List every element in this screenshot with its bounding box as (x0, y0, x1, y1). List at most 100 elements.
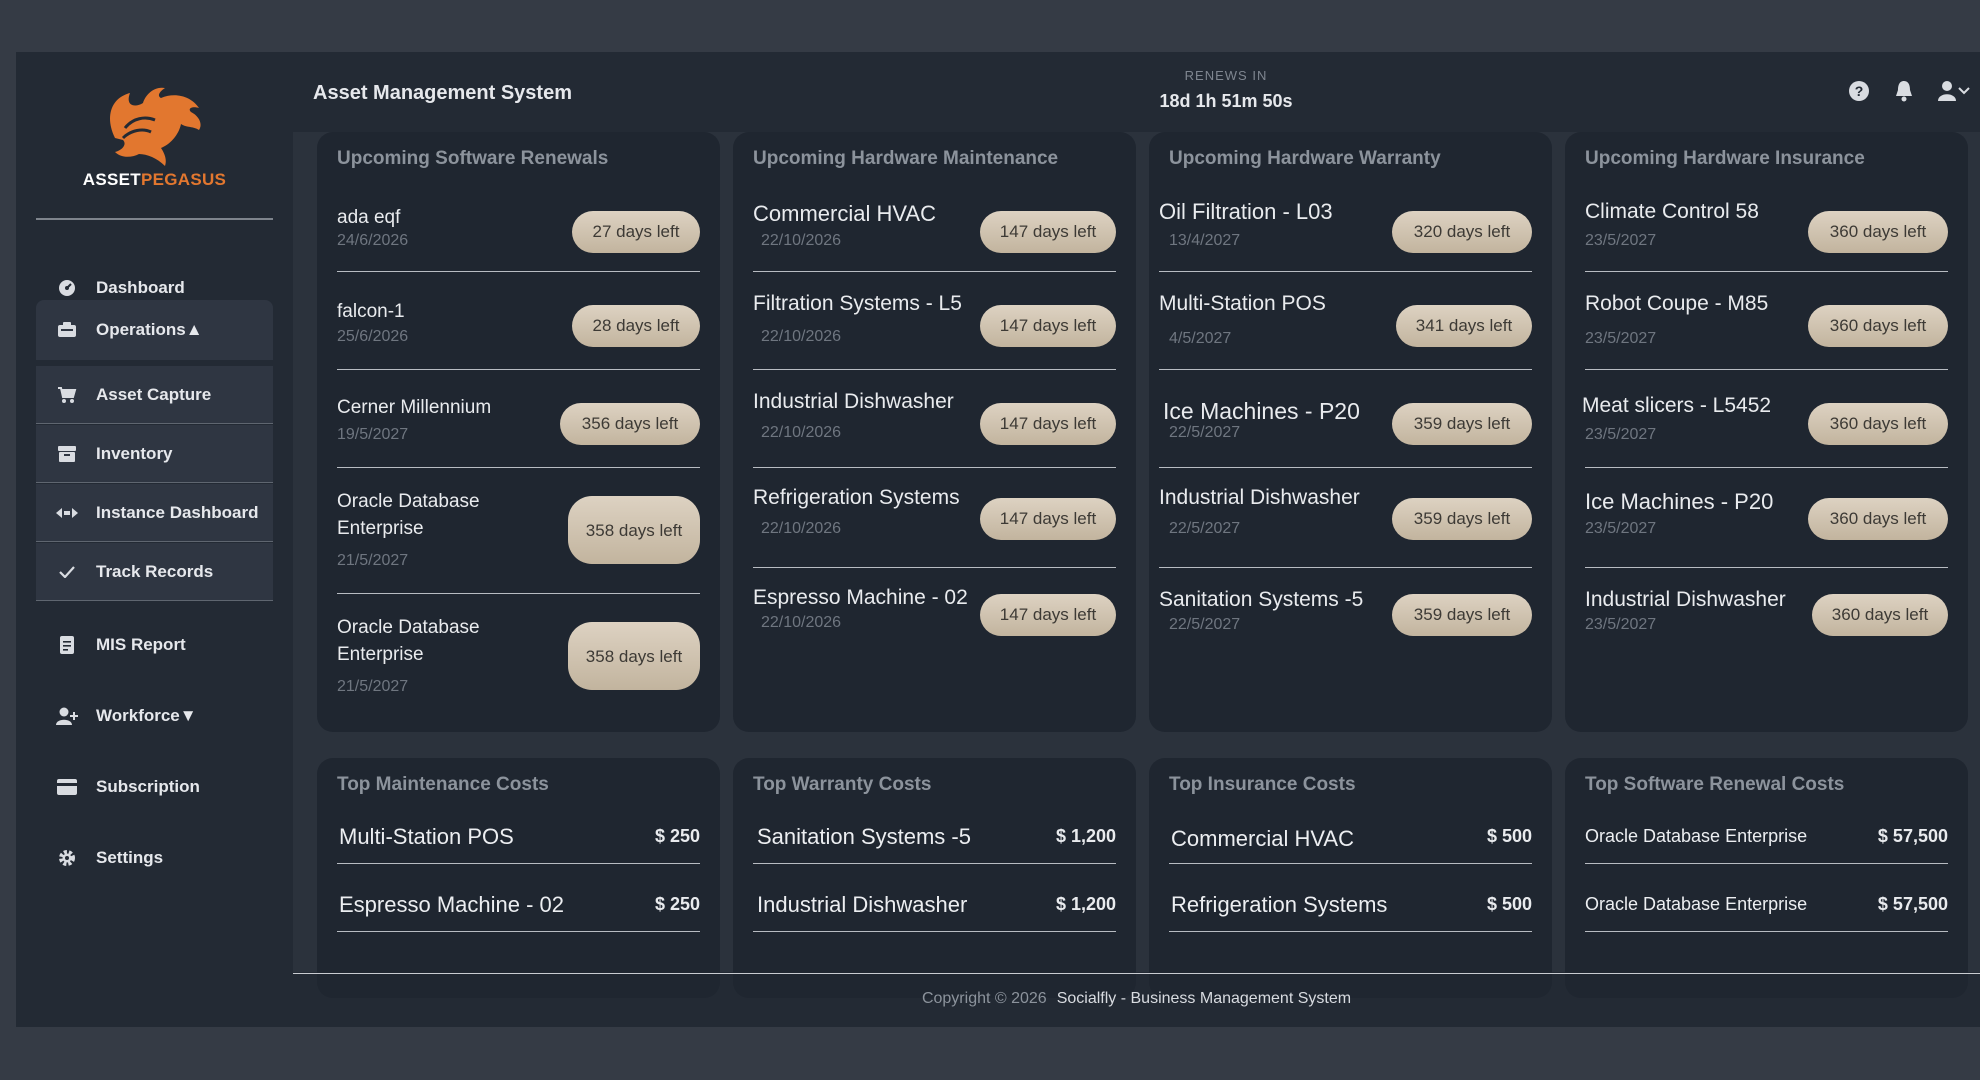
renews-label: RENEWS IN (1184, 68, 1268, 83)
cost-amount: $ 250 (654, 894, 700, 914)
item-date: 22/10/2026 (761, 232, 842, 249)
card-top-insurance-costs: Top Insurance Costs Commercial HVAC $ 50… (1149, 758, 1552, 998)
sidebar-item-track-records[interactable]: Track Records (36, 543, 273, 601)
item-name: Filtration Systems - L5 (753, 292, 962, 315)
days-left-badge: 341 days left (1396, 305, 1532, 347)
card-title: Upcoming Hardware Maintenance (753, 148, 1059, 169)
list-item[interactable]: falcon-1 25/6/2026 28 days left (337, 272, 700, 370)
list-item[interactable]: Oracle Database Enterprise 21/5/2027 358… (337, 468, 700, 594)
list-item[interactable]: Cerner Millennium 19/5/2027 356 days lef… (337, 370, 700, 468)
user-menu-icon[interactable] (1938, 80, 1974, 107)
cost-amount: $ 500 (1486, 826, 1532, 846)
item-date: 22/10/2026 (761, 614, 842, 631)
card-top-maintenance-costs: Top Maintenance Costs Multi-Station POS … (317, 758, 720, 998)
sidebar-item-label: Track Records (96, 561, 214, 581)
user-plus-icon (56, 707, 78, 725)
cost-row[interactable]: Sanitation Systems -5 $ 1,200 (753, 808, 1116, 864)
item-name: Sanitation Systems -5 (1159, 588, 1364, 611)
cost-amount: $ 57,500 (1877, 826, 1948, 846)
days-left-badge: 360 days left (1808, 403, 1948, 445)
item-date: 22/10/2026 (761, 520, 842, 537)
cost-item-name: Industrial Dishwasher (757, 892, 968, 917)
item-name: Oil Filtration - L03 (1159, 199, 1333, 224)
list-item[interactable]: Climate Control 58 23/5/2027 360 days le… (1585, 192, 1948, 272)
cost-row[interactable]: Industrial Dishwasher $ 1,200 (753, 876, 1116, 932)
item-name: Ice Machines - P20 (1585, 489, 1774, 514)
list-item[interactable]: ada eqf 24/6/2026 27 days left (337, 192, 700, 272)
list-item[interactable]: Sanitation Systems -5 22/5/2027 359 days… (1159, 568, 1532, 668)
page-title: Asset Management System (313, 82, 572, 104)
operations-box-icon (56, 322, 78, 338)
item-name: falcon-1 (337, 301, 405, 322)
cost-amount: $ 250 (654, 826, 700, 846)
list-item[interactable]: Multi-Station POS 4/5/2027 341 days left (1159, 272, 1532, 370)
sidebar-item-settings[interactable]: Settings (36, 829, 273, 887)
days-left-badge: 359 days left (1392, 403, 1532, 445)
list-item[interactable]: Filtration Systems - L5 22/10/2026 147 d… (753, 272, 1116, 370)
item-date: 23/5/2027 (1585, 330, 1657, 347)
list-item[interactable]: Ice Machines - P20 22/5/2027 359 days le… (1159, 370, 1532, 468)
cost-row[interactable]: Commercial HVAC $ 500 (1169, 808, 1532, 864)
list-item[interactable]: Espresso Machine - 02 22/10/2026 147 day… (753, 568, 1116, 668)
sidebar-item-label: MIS Report (96, 635, 186, 654)
checkmark-icon (56, 565, 78, 578)
renews-value: 18d 1h 51m 50s (1159, 91, 1293, 111)
sidebar-item-label: Settings (96, 848, 164, 867)
days-left-badge: 360 days left (1808, 305, 1948, 347)
sidebar-item-instance-dashboard[interactable]: Instance Dashboard (36, 484, 273, 542)
header-actions: ? (1848, 80, 1974, 107)
sidebar-item-label: Instance Dashboard (96, 502, 259, 522)
sidebar-item-label: Workforce▼ (96, 706, 197, 725)
days-left-badge: 320 days left (1392, 211, 1532, 253)
list-item[interactable]: Industrial Dishwasher 22/10/2026 147 day… (753, 370, 1116, 468)
list-item[interactable]: Refrigeration Systems 22/10/2026 147 day… (753, 468, 1116, 568)
sidebar-item-mis-report[interactable]: MIS Report (36, 616, 273, 674)
days-left-badge: 28 days left (572, 305, 700, 347)
credit-card-icon (56, 779, 78, 795)
item-name: Multi-Station POS (1159, 292, 1326, 315)
days-left-badge: 359 days left (1392, 594, 1532, 636)
sidebar-item-subscription[interactable]: Subscription (36, 758, 273, 816)
item-name: ada eqf (337, 207, 401, 228)
item-name: Refrigeration Systems (753, 486, 960, 509)
item-date: 23/5/2027 (1585, 616, 1657, 633)
list-item[interactable]: Industrial Dishwasher 22/5/2027 359 days… (1159, 468, 1532, 568)
brand-logo[interactable]: ASSETPEGASUS (36, 72, 273, 220)
item-date: 23/5/2027 (1585, 520, 1657, 537)
list-item[interactable]: Meat slicers - L5452 23/5/2027 360 days … (1582, 370, 1948, 468)
bell-icon[interactable] (1894, 80, 1914, 107)
help-icon[interactable]: ? (1848, 80, 1870, 107)
list-item[interactable]: Industrial Dishwasher 23/5/2027 360 days… (1585, 568, 1948, 668)
cost-amount: $ 1,200 (1055, 826, 1116, 846)
list-item[interactable]: Oil Filtration - L03 13/4/2027 320 days … (1159, 192, 1532, 272)
cost-row[interactable]: Refrigeration Systems $ 500 (1169, 876, 1532, 932)
cost-row[interactable]: Espresso Machine - 02 $ 250 (337, 876, 700, 932)
footer-copyright: Copyright © 2026 (921, 990, 1047, 1007)
days-left-badge: 147 days left (980, 403, 1116, 445)
cost-item-name: Oracle Database Enterprise (1585, 826, 1808, 846)
list-item[interactable]: Robot Coupe - M85 23/5/2027 360 days lef… (1585, 272, 1948, 370)
card-title: Top Insurance Costs (1169, 774, 1356, 795)
card-title: Upcoming Hardware Insurance (1585, 148, 1865, 169)
sidebar-item-inventory[interactable]: Inventory (36, 425, 273, 483)
item-date: 25/6/2026 (337, 328, 409, 345)
cost-row[interactable]: Multi-Station POS $ 250 (337, 808, 700, 864)
days-left-badge: 356 days left (560, 403, 700, 445)
list-item[interactable]: Commercial HVAC 22/10/2026 147 days left (753, 192, 1116, 272)
sidebar-item-operations[interactable]: Operations▲ (36, 300, 273, 360)
pegasus-logo-icon (109, 87, 201, 166)
list-item[interactable]: Oracle Database Enterprise 21/5/2027 358… (337, 594, 700, 720)
cost-amount: $ 57,500 (1877, 894, 1948, 914)
sidebar-item-workforce[interactable]: Workforce▼ (36, 687, 273, 745)
footer-company-link[interactable]: Socialfly - Business Management System (1057, 990, 1351, 1007)
card-upcoming-hardware-insurance: Upcoming Hardware Insurance Climate Cont… (1565, 132, 1968, 732)
list-item[interactable]: Ice Machines - P20 23/5/2027 360 days le… (1585, 468, 1948, 568)
cost-amount: $ 1,200 (1055, 894, 1116, 914)
sidebar-item-asset-capture[interactable]: Asset Capture (36, 366, 273, 424)
days-left-badge: 147 days left (980, 305, 1116, 347)
cost-row[interactable]: Oracle Database Enterprise $ 57,500 (1585, 808, 1948, 864)
item-date: 22/10/2026 (761, 424, 842, 441)
cost-row[interactable]: Oracle Database Enterprise $ 57,500 (1585, 876, 1948, 932)
item-name: Industrial Dishwasher (1159, 486, 1360, 509)
footer: Copyright © 2026 Socialfly - Business Man… (293, 990, 1980, 1008)
